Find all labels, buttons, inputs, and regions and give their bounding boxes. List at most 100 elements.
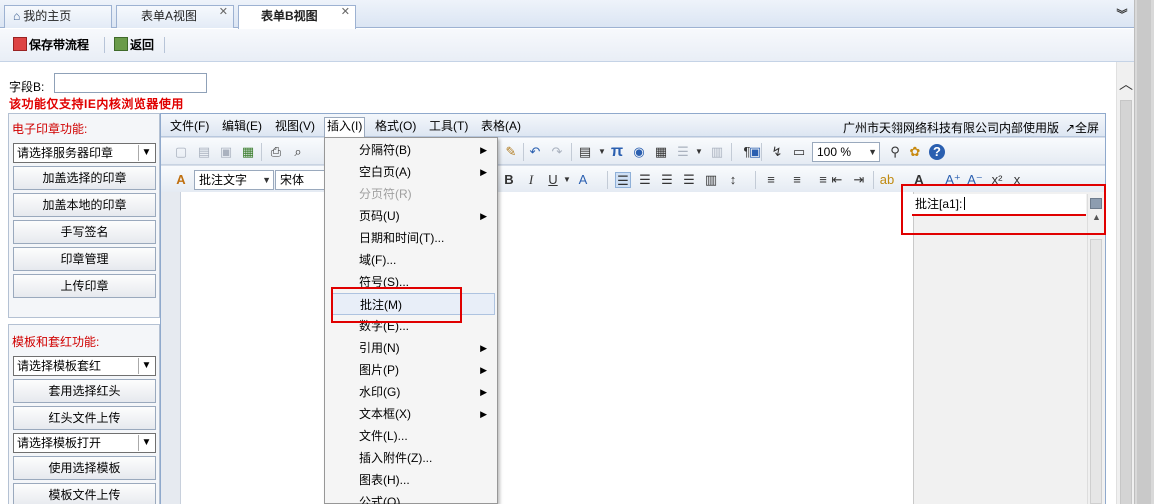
- table-column-icon[interactable]: ▥: [709, 144, 725, 160]
- align-right-icon[interactable]: ☰: [659, 172, 675, 188]
- open-template-select-value: 请选择模板打开: [17, 436, 102, 450]
- handwritten-signature-button[interactable]: 手写签名: [13, 220, 156, 244]
- highlight-icon[interactable]: ab: [879, 172, 895, 188]
- red-header-template-select[interactable]: 请选择模板套红 ▼: [13, 356, 156, 376]
- menu-tools[interactable]: 工具(T): [429, 119, 468, 133]
- screenshot-icon[interactable]: ▣: [747, 144, 763, 160]
- pointer-icon[interactable]: ↯: [769, 144, 785, 160]
- table-icon[interactable]: ▦: [653, 144, 669, 160]
- font-size-icon[interactable]: A: [575, 172, 591, 188]
- menu-item-watermark[interactable]: 水印(G) ▶: [325, 381, 497, 403]
- menu-file[interactable]: 文件(F): [170, 119, 209, 133]
- back-button[interactable]: 返回: [114, 37, 154, 53]
- chevron-down-icon[interactable]: ▼: [138, 358, 154, 374]
- menu-insert[interactable]: 插入(I): [324, 117, 366, 137]
- page-setup-icon[interactable]: ▭: [791, 144, 807, 160]
- fullscreen-button[interactable]: ↗全屏: [1065, 119, 1099, 136]
- menu-format[interactable]: 格式(O): [375, 119, 416, 133]
- tab-home[interactable]: ⌂ 我的主页: [4, 5, 112, 28]
- menu-item-separator[interactable]: 分隔符(B) ▶: [325, 139, 497, 161]
- align-center-icon[interactable]: ☰: [637, 172, 653, 188]
- menu-item-attachment[interactable]: 插入附件(Z)...: [325, 447, 497, 469]
- numbered-list-icon[interactable]: ≡: [763, 172, 779, 188]
- open-template-select[interactable]: 请选择模板打开 ▼: [13, 433, 156, 453]
- scroll-up-icon[interactable]: ︿: [1117, 74, 1135, 94]
- menu-edit[interactable]: 编辑(E): [222, 119, 262, 133]
- menu-item-chart[interactable]: 图表(H)...: [325, 469, 497, 491]
- server-seal-select[interactable]: 请选择服务器印章 ▼: [13, 143, 156, 163]
- menu-item-page-number[interactable]: 页码(U) ▶: [325, 205, 497, 227]
- plugin-icon[interactable]: ✿: [907, 144, 923, 160]
- distribute-icon[interactable]: ▥: [703, 172, 719, 188]
- open-folder-icon[interactable]: ▤: [196, 144, 212, 160]
- print-icon[interactable]: ⎙: [268, 144, 284, 160]
- scrollbar-thumb[interactable]: [1090, 239, 1102, 504]
- format-painter-icon[interactable]: ✎: [503, 144, 519, 160]
- table-row-icon[interactable]: ☰: [675, 144, 691, 160]
- menu-item-field[interactable]: 域(F)...: [325, 249, 497, 271]
- menu-item-date-time[interactable]: 日期和时间(T)...: [325, 227, 497, 249]
- bold-icon[interactable]: B: [501, 172, 517, 188]
- tab-bar: ⌂ 我的主页 表单A视图 ✕ 表单B视图 ✕ ︾: [0, 0, 1134, 29]
- upload-template-button[interactable]: 模板文件上传: [13, 483, 156, 504]
- formula-icon[interactable]: π: [609, 144, 625, 160]
- increase-indent-icon[interactable]: ⇥: [851, 172, 867, 188]
- undo-icon[interactable]: ↶: [527, 144, 543, 160]
- upload-red-header-button[interactable]: 红头文件上传: [13, 406, 156, 430]
- binoculars-icon[interactable]: ⚲: [887, 144, 903, 160]
- toolbar-divider: [607, 171, 608, 189]
- new-document-icon[interactable]: ▢: [173, 144, 189, 160]
- redo-icon[interactable]: ↷: [549, 144, 565, 160]
- chevron-right-icon: ▶: [480, 167, 487, 177]
- use-template-button[interactable]: 使用选择模板: [13, 456, 156, 480]
- upload-seal-button[interactable]: 上传印章: [13, 274, 156, 298]
- scrollbar-thumb[interactable]: [1120, 100, 1132, 504]
- style-select[interactable]: 批注文字 ▼: [194, 170, 274, 190]
- menu-item-picture[interactable]: 图片(P) ▶: [325, 359, 497, 381]
- save-with-flow-button[interactable]: 保存带流程: [13, 37, 89, 53]
- italic-icon[interactable]: I: [523, 172, 539, 188]
- chevron-down-icon[interactable]: ▼: [138, 435, 154, 451]
- seal-management-button[interactable]: 印章管理: [13, 247, 156, 271]
- font-select[interactable]: 宋体: [275, 170, 327, 190]
- text-style-icon[interactable]: A: [173, 172, 189, 188]
- apply-selected-seal-button[interactable]: 加盖选择的印章: [13, 166, 156, 190]
- menu-item-file[interactable]: 文件(L)...: [325, 425, 497, 447]
- menu-item-label: 分隔符(B): [359, 143, 411, 157]
- align-justify-icon[interactable]: ☰: [681, 172, 697, 188]
- document-page[interactable]: [181, 192, 913, 504]
- chevron-down-icon[interactable]: ▼: [262, 171, 271, 189]
- zoom-select[interactable]: 100 % ▼: [812, 142, 880, 162]
- help-icon[interactable]: ?: [929, 144, 945, 160]
- chevron-down-icon[interactable]: ▼: [868, 143, 877, 161]
- save-icon[interactable]: ▣: [218, 144, 234, 160]
- apply-red-header-button[interactable]: 套用选择红头: [13, 379, 156, 403]
- hyperlink-icon[interactable]: ◉: [631, 144, 647, 160]
- chevron-down-icon[interactable]: ▼: [691, 144, 707, 160]
- chevron-down-icon[interactable]: ︾: [1112, 6, 1132, 26]
- chevron-down-icon[interactable]: ▼: [594, 144, 610, 160]
- chevron-down-icon[interactable]: ▼: [138, 145, 154, 161]
- menu-view[interactable]: 视图(V): [275, 119, 315, 133]
- export-icon[interactable]: ▦: [240, 144, 256, 160]
- apply-local-seal-button[interactable]: 加盖本地的印章: [13, 193, 156, 217]
- close-icon[interactable]: ✕: [341, 2, 350, 23]
- align-left-icon[interactable]: ☰: [615, 172, 631, 188]
- header-footer-icon[interactable]: ▤: [577, 144, 593, 160]
- field-b-input[interactable]: [54, 73, 207, 93]
- page-scrollbar[interactable]: ︿: [1116, 62, 1134, 504]
- chevron-down-icon[interactable]: ▼: [559, 172, 575, 188]
- menu-item-textbox[interactable]: 文本框(X) ▶: [325, 403, 497, 425]
- line-spacing-icon[interactable]: ↕: [725, 172, 741, 188]
- tab-form-a[interactable]: 表单A视图 ✕: [116, 5, 234, 28]
- decrease-indent-icon[interactable]: ⇤: [829, 172, 845, 188]
- menu-item-reference[interactable]: 引用(N) ▶: [325, 337, 497, 359]
- bullet-list-icon[interactable]: ≡: [789, 172, 805, 188]
- menu-table[interactable]: 表格(A): [481, 119, 521, 133]
- tab-form-b[interactable]: 表单B视图 ✕: [238, 5, 356, 29]
- close-icon[interactable]: ✕: [219, 2, 228, 23]
- menu-item-blank-page[interactable]: 空白页(A) ▶: [325, 161, 497, 183]
- comment-scrollbar[interactable]: ▲: [1087, 194, 1104, 504]
- menu-item-formula[interactable]: 公式(Q)...: [325, 491, 497, 504]
- print-preview-icon[interactable]: ⌕: [290, 144, 306, 160]
